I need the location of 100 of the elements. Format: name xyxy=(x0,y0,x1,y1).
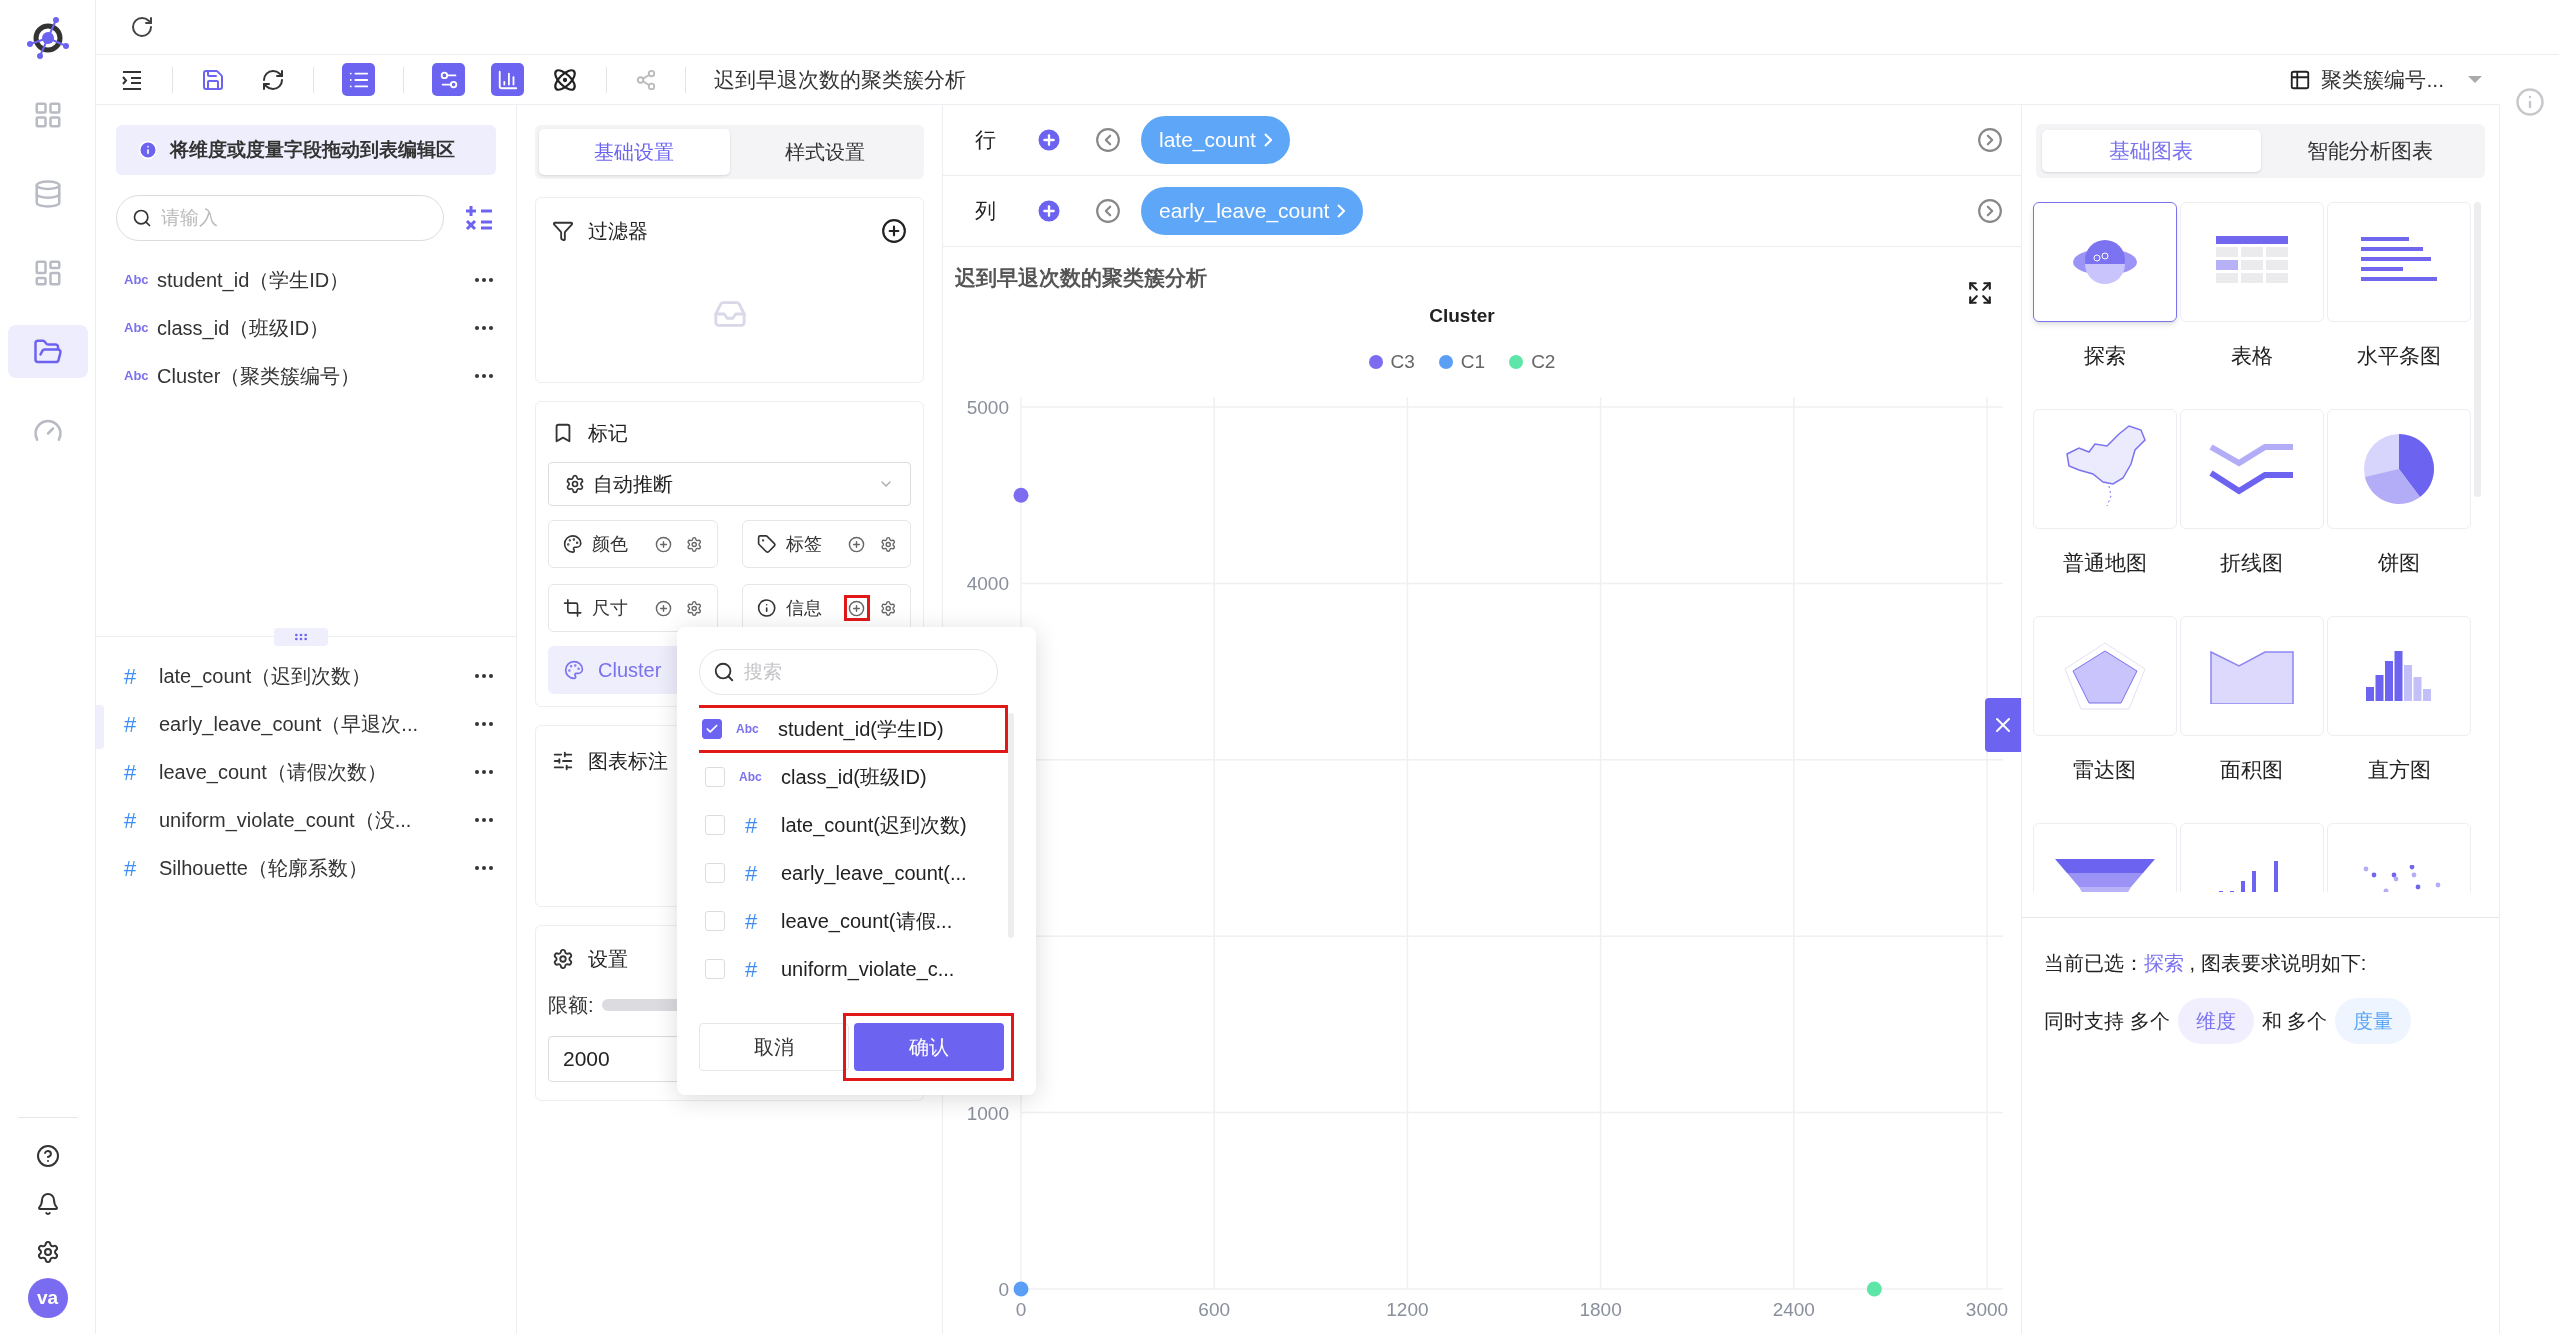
chart-type-label: 饼图 xyxy=(2378,550,2421,576)
axis-label: 0 xyxy=(998,1279,1009,1300)
field-option[interactable]: # leave_count(请假... xyxy=(699,897,1008,945)
chart-type-label: 表格 xyxy=(2231,343,2273,369)
chart-view-button[interactable] xyxy=(491,63,524,96)
chart-type-label: 折线图 xyxy=(2220,550,2284,576)
type-label: Abc xyxy=(739,769,763,786)
reload-icon[interactable] xyxy=(130,15,154,39)
checkbox[interactable] xyxy=(702,719,722,739)
legend-label[interactable]: C1 xyxy=(1460,347,1486,377)
chart-type-card[interactable] xyxy=(2032,202,2177,322)
field-option[interactable]: Abc class_id(班级ID) xyxy=(699,753,1008,801)
add-icon xyxy=(654,535,672,553)
palette-icon xyxy=(564,660,584,680)
cancel-button[interactable]: 取消 xyxy=(699,1023,849,1071)
legend-label[interactable]: C3 xyxy=(1390,347,1415,377)
gear-icon[interactable] xyxy=(879,535,896,553)
more-icon[interactable] xyxy=(474,277,494,283)
dimension-tag: 维度 xyxy=(2177,998,2254,1044)
chevron-right-icon[interactable] xyxy=(1977,127,2003,153)
save-icon[interactable] xyxy=(201,67,225,92)
close-panel-button[interactable] xyxy=(1985,698,2021,752)
more-icon[interactable] xyxy=(474,769,494,775)
chart-type-tab[interactable]: 基础图表 xyxy=(2042,130,2261,172)
formula-icon[interactable] xyxy=(464,203,494,233)
logo-icon[interactable] xyxy=(25,16,70,60)
legend-title: Cluster xyxy=(1429,303,1495,328)
dataset-dropdown[interactable]: 聚类簇编号... xyxy=(2289,63,2482,96)
search-icon xyxy=(713,661,735,683)
settings-icon[interactable] xyxy=(35,1240,60,1264)
atom-icon[interactable] xyxy=(552,66,578,93)
more-icon[interactable] xyxy=(474,721,494,727)
field-option[interactable]: # late_count(迟到次数) xyxy=(699,801,1008,849)
search-field[interactable]: 请输入 xyxy=(116,195,444,241)
chart-title: 迟到早退次数的聚类簇分析 xyxy=(955,265,1207,292)
help-icon[interactable] xyxy=(35,1144,60,1168)
caret-icon xyxy=(2468,76,2482,83)
more-icon[interactable] xyxy=(474,325,494,331)
gear-icon[interactable] xyxy=(686,599,703,617)
add-icon[interactable] xyxy=(881,218,907,244)
more-icon[interactable] xyxy=(474,373,494,379)
gear-icon[interactable] xyxy=(879,599,896,617)
chevron-right-icon[interactable] xyxy=(1977,198,2003,224)
expand-icon[interactable] xyxy=(1967,280,1993,306)
field-name[interactable]: early_leave_count（早退次... xyxy=(159,709,418,739)
gear-icon xyxy=(565,474,585,494)
settings-tab[interactable]: 基础设置 xyxy=(539,129,730,175)
scrollbar[interactable] xyxy=(1008,713,1014,938)
info-icon xyxy=(138,140,158,160)
more-icon[interactable] xyxy=(474,817,494,823)
pie-chart-icon xyxy=(2363,433,2436,505)
field-name: uniform_violate_c... xyxy=(781,957,955,983)
search-field[interactable]: 搜索 xyxy=(699,649,998,695)
type-label: Abc xyxy=(124,319,150,338)
field-option[interactable]: Abc student_id(学生ID) xyxy=(699,705,1008,753)
nav-item[interactable] xyxy=(7,325,88,378)
more-icon[interactable] xyxy=(474,673,494,679)
mark-type-select[interactable]: 自动推断 xyxy=(548,462,911,506)
gear-icon[interactable] xyxy=(686,535,703,553)
channel-button[interactable]: 标签 xyxy=(741,520,911,568)
filter-icon xyxy=(552,220,574,242)
section-title: 过滤器 xyxy=(588,219,648,244)
settings-tab[interactable]: 样式设置 xyxy=(729,129,920,175)
field-name[interactable]: uniform_violate_count（没... xyxy=(159,805,412,835)
check-icon xyxy=(705,722,719,736)
shelf-label: 行 xyxy=(975,127,997,154)
chart-type-label: 探索 xyxy=(2083,343,2126,369)
add-field-button[interactable] xyxy=(844,595,870,621)
channel-button[interactable]: 颜色 xyxy=(548,520,718,568)
chevron-left-icon[interactable] xyxy=(1095,198,1121,224)
quota-label: 限额: xyxy=(548,993,594,1018)
shelf-label: 列 xyxy=(975,198,997,225)
splitter-handle[interactable] xyxy=(274,628,328,646)
field-name[interactable]: student_id（学生ID） xyxy=(157,265,350,295)
type-label: # xyxy=(124,806,138,835)
user-avatar[interactable]: va xyxy=(27,1278,68,1318)
legend-label[interactable]: C2 xyxy=(1531,347,1556,377)
tag-icon xyxy=(756,534,776,554)
axis-label: 5000 xyxy=(966,397,1009,418)
chart-type-tab[interactable]: 智能分析图表 xyxy=(2260,130,2479,172)
chevron-left-icon[interactable] xyxy=(1095,127,1121,153)
bell-icon[interactable] xyxy=(35,1192,60,1216)
field-name[interactable]: class_id（班级ID） xyxy=(157,313,330,343)
field-name[interactable]: leave_count（请假次数） xyxy=(159,757,387,787)
field-name[interactable]: late_count（迟到次数） xyxy=(159,661,372,691)
axis-label: 1200 xyxy=(1386,1299,1429,1320)
refresh-icon[interactable] xyxy=(261,67,285,92)
area-chart-icon xyxy=(2209,648,2295,704)
field-option[interactable]: # early_leave_count(... xyxy=(699,849,1008,897)
more-icon[interactable] xyxy=(474,865,494,871)
field-name[interactable]: Silhouette（轮廓系数） xyxy=(159,853,368,883)
chart-type-label: 水平条图 xyxy=(2357,343,2442,369)
form-settings-button[interactable] xyxy=(432,63,465,96)
field-name[interactable]: Cluster（聚类簇编号） xyxy=(157,361,361,391)
chart-type-label: 普通地图 xyxy=(2062,550,2147,576)
field-option[interactable]: # uniform_violate_c... xyxy=(699,945,1008,993)
confirm-button[interactable]: 确认 xyxy=(853,1023,1004,1071)
axis-label: 1800 xyxy=(1579,1299,1622,1320)
selected-chart-link[interactable]: 探索 xyxy=(2144,952,2184,974)
table-view-button[interactable] xyxy=(342,63,375,96)
